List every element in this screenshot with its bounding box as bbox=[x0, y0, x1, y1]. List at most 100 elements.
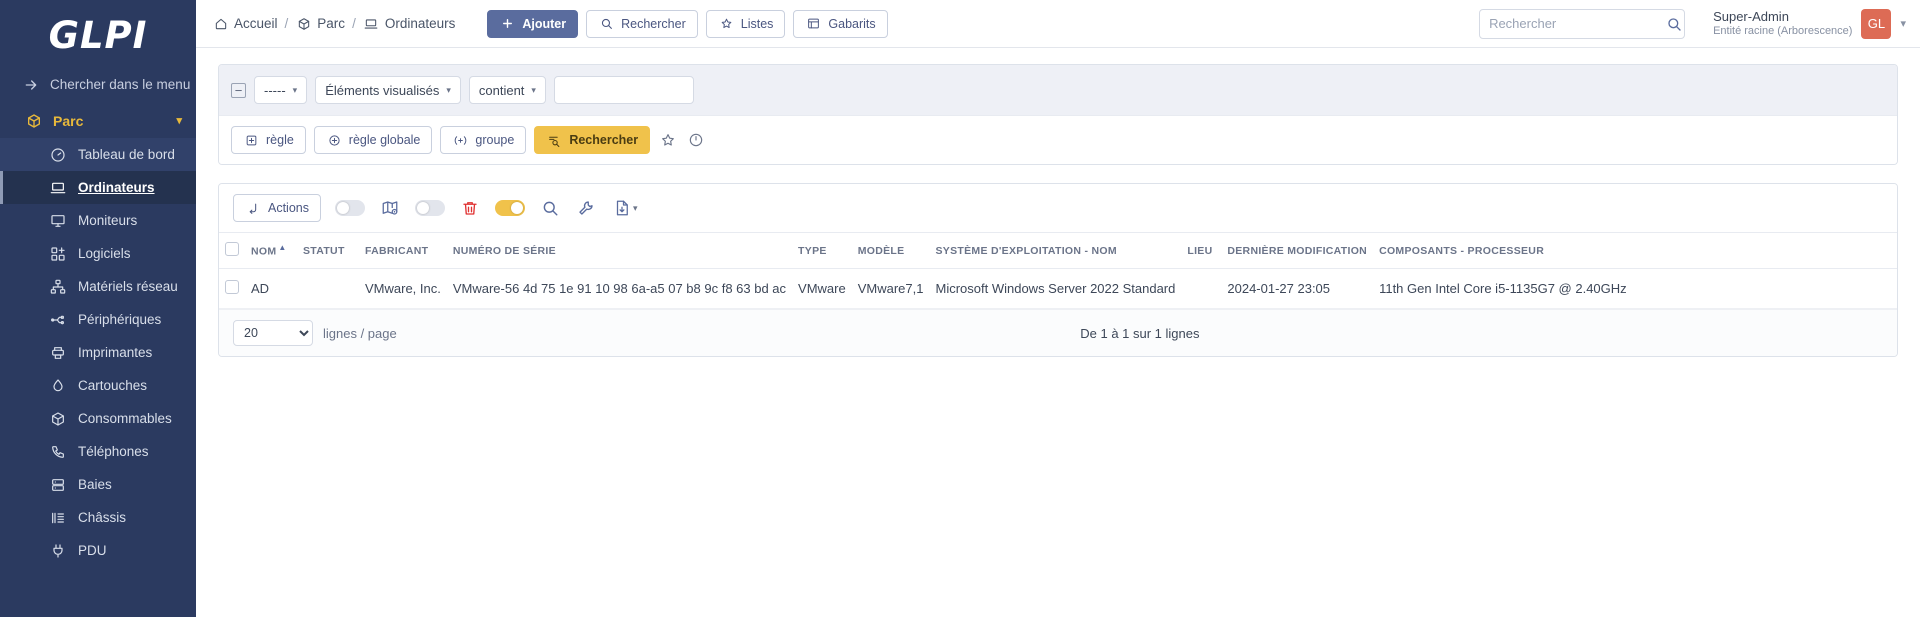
chevron-down-icon: ▾ bbox=[446, 84, 451, 95]
add-button[interactable]: Ajouter bbox=[487, 9, 579, 38]
results-panel: Actions ▾ NOM ▲ STATUT FABRICANT NUMÉRO … bbox=[218, 183, 1898, 357]
breadcrumb-item-accueil[interactable]: Accueil bbox=[212, 15, 278, 32]
top-bar: Accueil / Parc / Ordinateurs Ajouter Rec… bbox=[196, 0, 1920, 48]
wrench-icon[interactable] bbox=[575, 197, 597, 219]
col-lieu[interactable]: LIEU bbox=[1181, 232, 1222, 269]
menu-search-link[interactable]: Chercher dans le menu bbox=[0, 66, 196, 103]
col-modele[interactable]: MODÈLE bbox=[851, 232, 930, 269]
results-count: De 1 à 1 sur 1 lignes bbox=[1080, 325, 1200, 341]
avatar[interactable]: GL bbox=[1861, 8, 1892, 39]
glpi-logo[interactable]: GLPI bbox=[0, 0, 196, 66]
reset-circle-icon[interactable] bbox=[686, 130, 706, 150]
col-nom[interactable]: NOM ▲ bbox=[245, 232, 297, 269]
execute-search-label: Rechercher bbox=[569, 133, 639, 147]
breadcrumb-label: Accueil bbox=[234, 16, 278, 31]
col-label: NOM bbox=[251, 245, 277, 258]
sidebar-item-moniteurs[interactable]: Moniteurs bbox=[0, 204, 196, 237]
col-derniere-modification[interactable]: DERNIÈRE MODIFICATION bbox=[1221, 232, 1374, 269]
templates-button[interactable]: Gabarits bbox=[793, 9, 888, 38]
search-icon[interactable] bbox=[539, 197, 561, 219]
sidebar-item-pdu[interactable]: PDU bbox=[0, 534, 196, 567]
col-processeur[interactable]: COMPOSANTS - PROCESSEUR bbox=[1373, 232, 1897, 269]
dashboard-icon bbox=[49, 146, 66, 163]
results-table: NOM ▲ STATUT FABRICANT NUMÉRO DE SÉRIE TY… bbox=[219, 232, 1897, 309]
global-search-box[interactable] bbox=[1479, 8, 1686, 39]
sidebar-item-materiels-reseau[interactable]: Matériels réseau bbox=[0, 270, 196, 303]
criteria-operator-select[interactable]: contient ▾ bbox=[468, 76, 546, 104]
add-rule-button[interactable]: règle bbox=[231, 126, 306, 154]
bookmark-star-icon[interactable] bbox=[658, 130, 678, 150]
star-icon bbox=[718, 15, 735, 32]
sidebar-item-consommables[interactable]: Consommables bbox=[0, 402, 196, 435]
criteria-scope-select[interactable]: Éléments visualisés ▾ bbox=[315, 76, 461, 104]
search-button[interactable]: Rechercher bbox=[586, 9, 698, 38]
sidebar-item-imprimantes[interactable]: Imprimantes bbox=[0, 336, 196, 369]
map-view-toggle[interactable] bbox=[335, 200, 365, 216]
criteria-field-select[interactable]: ----- ▾ bbox=[254, 76, 308, 104]
search-criteria-panel: − ----- ▾ Éléments visualisés ▾ contient… bbox=[218, 64, 1898, 165]
rows-per-page-select[interactable]: 20 bbox=[233, 320, 313, 346]
execute-search-button[interactable]: Rechercher bbox=[534, 126, 651, 154]
add-global-rule-button[interactable]: règle globale bbox=[313, 126, 433, 154]
search-button-label: Rechercher bbox=[621, 16, 686, 31]
add-group-button[interactable]: groupe bbox=[440, 126, 527, 154]
col-statut[interactable]: STATUT bbox=[297, 232, 359, 269]
select-all-checkbox[interactable] bbox=[225, 242, 239, 256]
computer-icon bbox=[363, 15, 380, 32]
sidebar: GLPI Chercher dans le menu Parc ▾ Tablea… bbox=[0, 0, 196, 617]
package-icon bbox=[295, 15, 312, 32]
sidebar-item-telephones[interactable]: Téléphones bbox=[0, 435, 196, 468]
cell-processeur: 11th Gen Intel Core i5-1135G7 @ 2.40GHz bbox=[1373, 268, 1897, 309]
sidebar-item-baies[interactable]: Baies bbox=[0, 468, 196, 501]
sidebar-group-parc[interactable]: Parc ▾ bbox=[0, 103, 196, 138]
highlight-toggle[interactable] bbox=[495, 200, 525, 216]
breadcrumb-item-ordinateurs[interactable]: Ordinateurs bbox=[363, 15, 455, 32]
sidebar-item-chassis[interactable]: Châssis bbox=[0, 501, 196, 534]
search-icon[interactable] bbox=[1665, 15, 1682, 32]
computer-name-link[interactable]: AD bbox=[251, 281, 269, 296]
sidebar-group-label: Parc bbox=[53, 112, 84, 129]
breadcrumb-separator: / bbox=[284, 16, 289, 31]
breadcrumb-label: Parc bbox=[317, 16, 346, 31]
sidebar-item-peripheriques[interactable]: Périphériques bbox=[0, 303, 196, 336]
cell-statut bbox=[297, 268, 359, 309]
user-menu[interactable]: Super-Admin Entité racine (Arborescence)… bbox=[1713, 8, 1906, 39]
sidebar-item-tableau-de-bord[interactable]: Tableau de bord bbox=[0, 138, 196, 171]
actions-button[interactable]: Actions bbox=[233, 194, 321, 222]
cell-derniere-modification: 2024-01-27 23:05 bbox=[1221, 268, 1374, 309]
trash-icon[interactable] bbox=[459, 197, 481, 219]
search-icon bbox=[598, 15, 615, 32]
criteria-value-input[interactable] bbox=[553, 76, 694, 104]
secondary-toggle[interactable] bbox=[415, 200, 445, 216]
col-fabricant[interactable]: FABRICANT bbox=[359, 232, 447, 269]
cell-numero-serie: VMware-56 4d 75 1e 91 10 98 6a-a5 07 b8 … bbox=[446, 268, 793, 309]
sidebar-item-ordinateurs[interactable]: Ordinateurs bbox=[0, 171, 196, 204]
sidebar-item-logiciels[interactable]: Logiciels bbox=[0, 237, 196, 270]
chevron-down-icon[interactable]: ▾ bbox=[1900, 17, 1906, 30]
breadcrumb-item-parc[interactable]: Parc bbox=[295, 15, 345, 32]
sidebar-item-cartouches[interactable]: Cartouches bbox=[0, 369, 196, 402]
sort-asc-icon: ▲ bbox=[278, 243, 287, 253]
col-systeme-exploitation[interactable]: SYSTÈME D'EXPLOITATION - NOM bbox=[929, 232, 1182, 269]
select-all-header bbox=[219, 232, 245, 269]
sidebar-item-label: Châssis bbox=[78, 510, 127, 525]
export-file-icon[interactable]: ▾ bbox=[611, 197, 640, 219]
consumable-icon bbox=[49, 410, 66, 427]
col-numero-serie[interactable]: NUMÉRO DE SÉRIE bbox=[446, 232, 793, 269]
lists-button[interactable]: Listes bbox=[705, 9, 786, 38]
map-icon[interactable] bbox=[379, 197, 401, 219]
row-select-cell bbox=[219, 268, 245, 309]
collapse-criteria-icon[interactable]: − bbox=[231, 82, 246, 98]
breadcrumb-separator: / bbox=[352, 16, 356, 31]
global-search-input[interactable] bbox=[1489, 16, 1666, 31]
col-type[interactable]: TYPE bbox=[792, 232, 852, 269]
add-global-rule-label: règle globale bbox=[348, 133, 421, 147]
table-row[interactable]: AD VMware, Inc. VMware-56 4d 75 1e 91 10… bbox=[219, 268, 1897, 309]
rows-per-page-label: lignes / page bbox=[323, 325, 397, 341]
row-checkbox[interactable] bbox=[225, 280, 239, 294]
usb-icon bbox=[49, 311, 66, 328]
table-body: AD VMware, Inc. VMware-56 4d 75 1e 91 10… bbox=[219, 268, 1897, 309]
cell-fabricant: VMware, Inc. bbox=[359, 268, 447, 309]
cell-modele: VMware7,1 bbox=[851, 268, 930, 309]
sidebar-item-label: Moniteurs bbox=[78, 213, 138, 228]
